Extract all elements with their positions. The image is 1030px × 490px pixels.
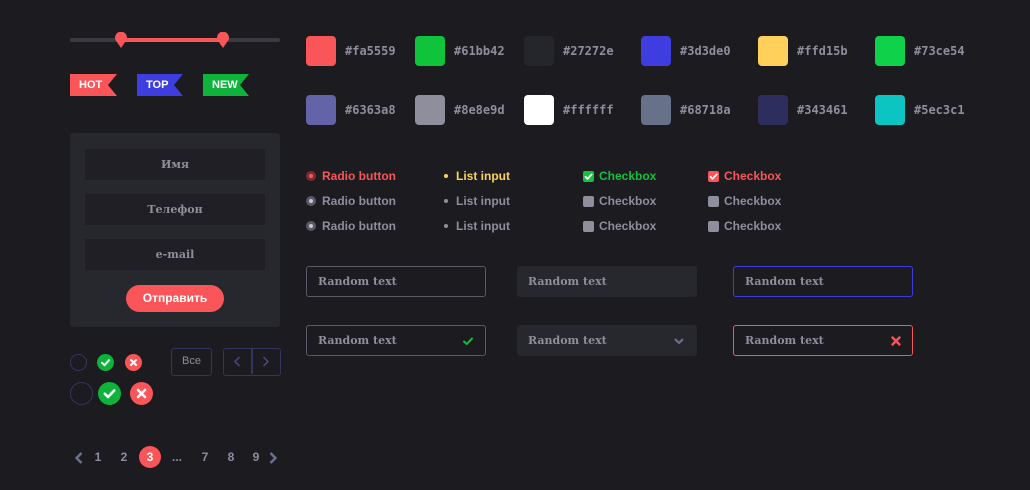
chevron-right-icon [262, 356, 270, 367]
bullet-icon [444, 224, 448, 228]
chevron-left-icon [75, 452, 83, 464]
submit-button[interactable]: Отправить [126, 285, 224, 312]
ribbon-hot: HOT [70, 74, 117, 96]
page-ellipsis: ... [171, 450, 182, 464]
swatch-label: #73ce54 [914, 44, 965, 58]
checkbox-label: Checkbox [724, 219, 782, 233]
checkbox-label: Checkbox [724, 194, 782, 208]
list-input-label: List input [456, 219, 510, 233]
text-input-valid[interactable] [306, 325, 486, 356]
page-8[interactable]: 8 [220, 446, 242, 468]
page-2[interactable]: 2 [113, 446, 135, 468]
swatch-ffd15b [758, 36, 788, 66]
swatch-8e8e9d [415, 95, 445, 125]
checkbox-checked-icon [583, 171, 594, 182]
radio-icon [306, 196, 316, 206]
swatch-73ce54 [875, 36, 905, 66]
radio-label: Radio button [322, 219, 396, 233]
name-field[interactable] [85, 149, 265, 180]
chevron-left-icon [233, 356, 241, 367]
text-input-focused[interactable] [733, 266, 913, 297]
swatch-label: #3d3de0 [680, 44, 731, 58]
checkbox-icon [583, 221, 594, 232]
radio-icon [306, 221, 316, 231]
pagination-next[interactable] [268, 451, 278, 465]
swatch-343461 [758, 95, 788, 125]
radio-label: Radio button [322, 169, 396, 183]
check-circle-icon[interactable] [98, 382, 121, 405]
swatch-label: #68718a [680, 103, 731, 117]
ribbon-tail [240, 74, 249, 96]
check-circle-icon-small[interactable] [97, 354, 114, 371]
swatch-label: #5ec3c1 [914, 103, 965, 117]
page-9[interactable]: 9 [245, 446, 267, 468]
contact-form: Отправить [70, 133, 280, 327]
bullet-icon [444, 199, 448, 203]
close-icon[interactable] [890, 335, 902, 347]
chevron-down-icon[interactable] [673, 335, 685, 347]
swatch-3d3de0 [641, 36, 671, 66]
checkbox-label: Checkbox [599, 219, 657, 233]
chevron-right-icon [269, 452, 277, 464]
ribbon-new-label: NEW [212, 79, 238, 91]
bullet-icon [444, 174, 448, 178]
swatch-68718a [641, 95, 671, 125]
empty-circle-icon-small[interactable] [70, 354, 87, 371]
radio-label: Radio button [322, 194, 396, 208]
email-field[interactable] [85, 239, 265, 270]
swatch-27272e [524, 36, 554, 66]
close-circle-icon-small[interactable] [125, 354, 142, 371]
swatch-61bb42 [415, 36, 445, 66]
checkbox-label: Checkbox [599, 194, 657, 208]
ribbon-tail [108, 74, 117, 96]
ribbon-tail [174, 74, 183, 96]
text-input-filled[interactable] [517, 266, 697, 297]
checkbox-label: Checkbox [599, 169, 657, 183]
empty-circle-icon[interactable] [70, 382, 93, 405]
text-input-error[interactable] [733, 325, 913, 356]
phone-field[interactable] [85, 194, 265, 225]
ribbon-top-label: TOP [146, 79, 169, 91]
page-3-active[interactable]: 3 [139, 446, 161, 468]
page-1[interactable]: 1 [87, 446, 109, 468]
swatch-fa5559 [306, 36, 336, 66]
ribbon-hot-label: HOT [79, 79, 103, 91]
page-7[interactable]: 7 [194, 446, 216, 468]
next-button[interactable] [252, 349, 279, 374]
swatch-label: #ffffff [563, 103, 614, 117]
swatch-label: #27272e [563, 44, 614, 58]
checkbox-icon [583, 196, 594, 207]
checkbox-icon [708, 196, 719, 207]
radio-selected-icon [306, 171, 316, 181]
swatch-label: #343461 [797, 103, 848, 117]
list-input-label: List input [456, 194, 510, 208]
prev-button[interactable] [224, 349, 251, 374]
all-button[interactable]: Все [171, 348, 212, 376]
range-slider-fill [120, 38, 223, 42]
text-input-default[interactable] [306, 266, 486, 297]
checkbox-icon [708, 221, 719, 232]
checkbox-checked-icon [708, 171, 719, 182]
list-input-label: List input [456, 169, 510, 183]
swatch-6363a8 [306, 95, 336, 125]
swatch-ffffff [524, 95, 554, 125]
checkbox-label: Checkbox [724, 169, 782, 183]
swatch-label: #ffd15b [797, 44, 848, 58]
swatch-label: #fa5559 [345, 44, 396, 58]
ribbon-top: TOP [137, 74, 183, 96]
swatch-label: #6363a8 [345, 103, 396, 117]
pagination-prev[interactable] [74, 451, 84, 465]
arrow-button-group [223, 348, 281, 376]
range-slider-max-handle[interactable] [217, 32, 229, 48]
check-icon [462, 335, 474, 347]
swatch-label: #8e8e9d [454, 103, 505, 117]
close-circle-icon[interactable] [130, 382, 153, 405]
ribbon-new: NEW [203, 74, 249, 96]
swatch-label: #61bb42 [454, 44, 505, 58]
range-slider-min-handle[interactable] [115, 32, 127, 48]
select-input[interactable] [517, 325, 697, 356]
swatch-5ec3c1 [875, 95, 905, 125]
